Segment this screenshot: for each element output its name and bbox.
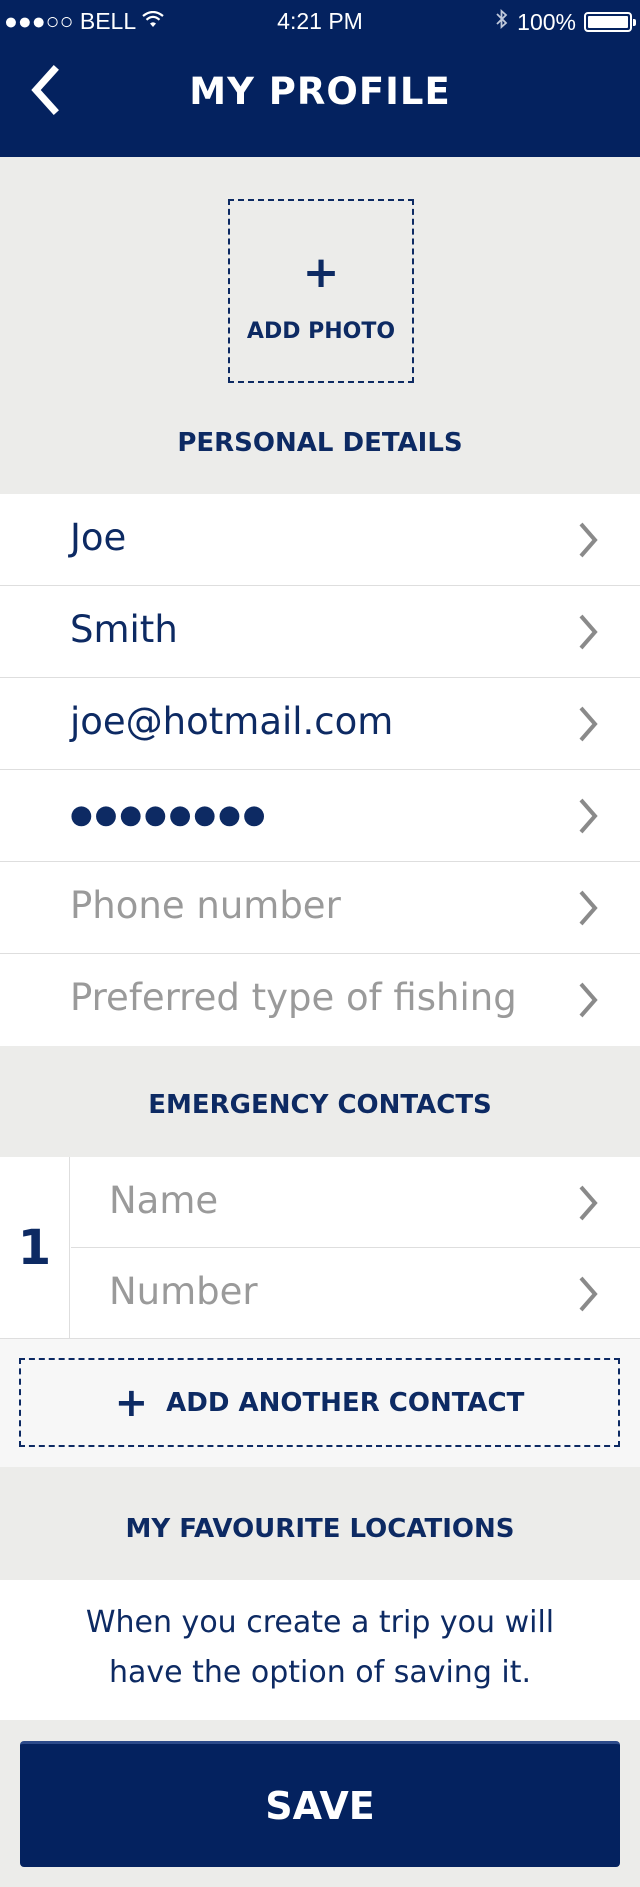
contact-name-field[interactable]: Name — [71, 1157, 640, 1248]
plus-icon: + — [302, 247, 340, 298]
plus-icon: + — [114, 1379, 149, 1426]
contact-index: 1 — [0, 1157, 70, 1339]
battery-percent: 100% — [517, 8, 576, 35]
favourite-locations-text: When you create a trip you will have the… — [85, 1605, 555, 1690]
add-another-contact-button[interactable]: + ADD ANOTHER CONTACT — [19, 1358, 620, 1447]
email-field[interactable]: joe@hotmail.com — [0, 678, 640, 770]
emergency-contact-entry: 1 Name Number — [0, 1157, 640, 1339]
password-field[interactable]: ●●●●●●●● — [0, 770, 640, 862]
add-photo-button[interactable]: + ADD PHOTO — [228, 199, 414, 383]
password-value: ●●●●●●●● — [70, 800, 268, 830]
chevron-right-icon — [579, 890, 598, 926]
chevron-right-icon — [579, 982, 598, 1018]
contact-number-placeholder: Number — [109, 1270, 258, 1313]
chevron-right-icon — [579, 522, 598, 558]
chevron-right-icon — [579, 798, 598, 834]
chevron-right-icon — [579, 1276, 598, 1312]
phone-number-placeholder: Phone number — [70, 884, 341, 927]
page-title: MY PROFILE — [189, 70, 451, 113]
add-contact-section: + ADD ANOTHER CONTACT — [0, 1339, 640, 1467]
battery-icon — [584, 12, 636, 32]
first-name-value: Joe — [70, 516, 127, 559]
navigation-bar: ●●●○○ BELL 4:21 PM 100% MY PROFILE — [0, 0, 640, 157]
last-name-field[interactable]: Smith — [0, 586, 640, 678]
favourite-locations-info: When you create a trip you will have the… — [0, 1580, 640, 1720]
add-photo-label: ADD PHOTO — [246, 319, 396, 344]
personal-details-heading: PERSONAL DETAILS — [177, 428, 463, 458]
fishing-type-placeholder: Preferred type of fishing — [70, 976, 517, 1019]
add-contact-label: ADD ANOTHER CONTACT — [166, 1387, 525, 1418]
favourite-locations-heading: MY FAVOURITE LOCATIONS — [125, 1514, 515, 1544]
chevron-right-icon — [579, 1185, 598, 1221]
first-name-field[interactable]: Joe — [0, 494, 640, 586]
status-bar: ●●●○○ BELL 4:21 PM 100% — [0, 0, 640, 42]
personal-details-list: Joe Smith joe@hotmail.com ●●●●●●●● Phone… — [0, 494, 640, 1046]
save-button[interactable]: SAVE — [20, 1741, 620, 1867]
last-name-value: Smith — [70, 608, 178, 651]
bluetooth-icon — [495, 8, 509, 36]
email-value: joe@hotmail.com — [70, 700, 394, 743]
emergency-contacts-heading: EMERGENCY CONTACTS — [148, 1090, 492, 1120]
contact-name-placeholder: Name — [109, 1179, 219, 1222]
contact-number-field[interactable]: Number — [71, 1248, 640, 1339]
phone-number-field[interactable]: Phone number — [0, 862, 640, 954]
chevron-right-icon — [579, 614, 598, 650]
fishing-type-field[interactable]: Preferred type of fishing — [0, 954, 640, 1046]
chevron-right-icon — [579, 706, 598, 742]
